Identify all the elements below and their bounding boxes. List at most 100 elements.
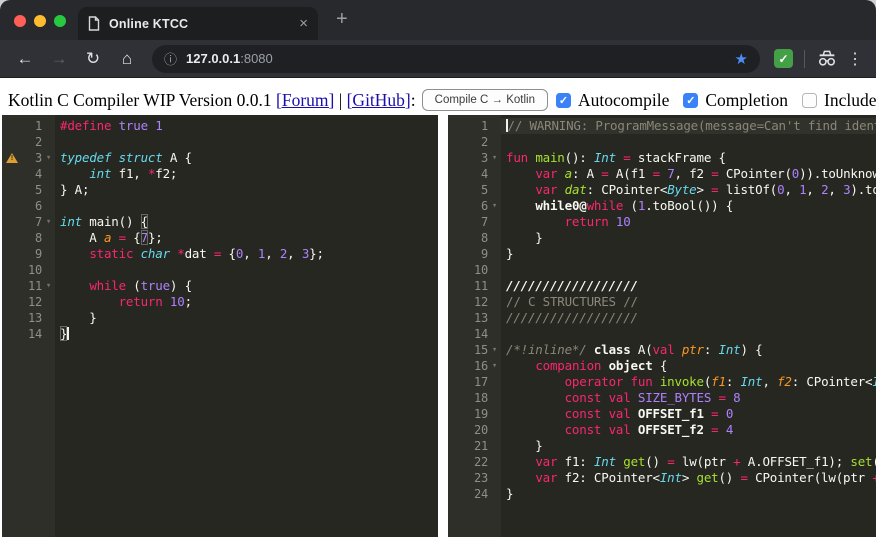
- menu-kebab-icon[interactable]: ⋮: [846, 49, 864, 69]
- warning-icon: !: [6, 153, 18, 164]
- tab-title: Online KTCC: [109, 17, 290, 31]
- code-line[interactable]: 2: [448, 134, 876, 150]
- traffic-light-zoom[interactable]: [54, 15, 66, 27]
- extension-icon[interactable]: ✓: [774, 49, 793, 68]
- code-line[interactable]: 21 }: [448, 438, 876, 454]
- forum-link[interactable]: [Forum]: [276, 90, 334, 111]
- code-line[interactable]: 7 return 10: [448, 214, 876, 230]
- checkbox-box-completion[interactable]: ✓: [683, 93, 698, 108]
- token: , f2: [675, 166, 712, 181]
- bookmark-star-icon[interactable]: ★: [735, 50, 748, 68]
- compile-button[interactable]: Compile C → Kotlin: [422, 89, 548, 111]
- token: main: [535, 150, 564, 165]
- code-line[interactable]: 14: [448, 326, 876, 342]
- code-line[interactable]: 14}: [2, 326, 438, 342]
- code-line[interactable]: 10: [2, 262, 438, 278]
- code-line[interactable]: 18 const val SIZE_BYTES = 8: [448, 390, 876, 406]
- kotlin-output-editor[interactable]: 1// WARNING: ProgramMessage(message=Can'…: [448, 115, 876, 537]
- code-text: [55, 134, 438, 150]
- token: };: [309, 246, 324, 261]
- code-line[interactable]: 13//////////////////: [448, 310, 876, 326]
- code-line[interactable]: 22 var f1: Int get() = lw(ptr + A.OFFSET…: [448, 454, 876, 470]
- token: while: [89, 278, 126, 293]
- gutter-cell: 4: [2, 166, 55, 182]
- code-text: static char *dat = {0, 1, 2, 3};: [55, 246, 438, 262]
- code-line[interactable]: 11▾ while (true) {: [2, 278, 438, 294]
- code-line[interactable]: 4 int f1, *f2;: [2, 166, 438, 182]
- code-line[interactable]: 4 var a: A = A(f1 = 7, f2 = CPointer(0))…: [448, 166, 876, 182]
- url-text[interactable]: 127.0.0.1:8080: [186, 51, 273, 66]
- code-line[interactable]: 13 }: [2, 310, 438, 326]
- code-line[interactable]: 12// C STRUCTURES //: [448, 294, 876, 310]
- code-line[interactable]: 9 static char *dat = {0, 1, 2, 3};: [2, 246, 438, 262]
- fold-icon[interactable]: ▾: [42, 150, 55, 166]
- fold-spacer: [488, 374, 501, 390]
- fold-icon[interactable]: ▾: [488, 342, 501, 358]
- code-line[interactable]: 5 var dat: CPointer<Byte> = listOf(0, 1,…: [448, 182, 876, 198]
- code-line[interactable]: 6▾ while0@while (1.toBool()) {: [448, 198, 876, 214]
- forward-button[interactable]: →: [46, 49, 72, 69]
- traffic-light-close[interactable]: [14, 15, 26, 27]
- code-line[interactable]: 10: [448, 262, 876, 278]
- token: =: [653, 166, 660, 181]
- code-line[interactable]: 1// WARNING: ProgramMessage(message=Can'…: [448, 118, 876, 134]
- code-line[interactable]: 1#define true 1: [2, 118, 438, 134]
- token: Int: [660, 470, 682, 485]
- editor-panes: 1#define true 12!3▾typedef struct A {4 i…: [0, 115, 876, 537]
- fold-icon[interactable]: ▾: [488, 358, 501, 374]
- incognito-icon[interactable]: [816, 50, 838, 67]
- code-line[interactable]: 12 return 10;: [2, 294, 438, 310]
- token: [601, 390, 608, 405]
- reload-button[interactable]: ↻: [80, 49, 106, 69]
- code-line[interactable]: 8 A a = {7};: [2, 230, 438, 246]
- checkbox-completion[interactable]: ✓Completion: [683, 90, 788, 111]
- code-line[interactable]: 8 }: [448, 230, 876, 246]
- token: >: [682, 470, 697, 485]
- site-info-icon[interactable]: ⓘ: [164, 49, 177, 68]
- code-line[interactable]: 23 var f2: CPointer<Int> get() = CPointe…: [448, 470, 876, 486]
- github-link[interactable]: [GitHub]: [347, 90, 411, 111]
- toolbar-divider: [804, 50, 805, 68]
- code-line[interactable]: 3▾fun main(): Int = stackFrame {: [448, 150, 876, 166]
- checkbox-include-runtime[interactable]: Include Runtime: [802, 90, 876, 111]
- url-bar[interactable]: ⓘ 127.0.0.1:8080 ★: [152, 45, 760, 73]
- token: [60, 166, 89, 181]
- token: OFFSET_f1: [638, 406, 704, 421]
- new-tab-button[interactable]: +: [336, 8, 348, 31]
- code-line[interactable]: 15▾/*!inline*/ class A(val ptr: Int) {: [448, 342, 876, 358]
- c-source-editor[interactable]: 1#define true 12!3▾typedef struct A {4 i…: [2, 115, 438, 537]
- checkbox-autocompile[interactable]: ✓Autocompile: [556, 90, 669, 111]
- code-line[interactable]: 17 operator fun invoke(f1: Int, f2: CPoi…: [448, 374, 876, 390]
- tab-close-icon[interactable]: ×: [299, 16, 308, 31]
- token: [60, 294, 119, 309]
- checkbox-box-autocompile[interactable]: ✓: [556, 93, 571, 108]
- token: const: [565, 390, 602, 405]
- fold-icon[interactable]: ▾: [488, 150, 501, 166]
- traffic-light-minimize[interactable]: [34, 15, 46, 27]
- code-line[interactable]: 6: [2, 198, 438, 214]
- fold-icon[interactable]: ▾: [42, 214, 55, 230]
- code-line[interactable]: !3▾typedef struct A {: [2, 150, 438, 166]
- token: object: [609, 358, 653, 373]
- code-line[interactable]: 7▾int main() {: [2, 214, 438, 230]
- code-line[interactable]: 5} A;: [2, 182, 438, 198]
- token: [631, 422, 638, 437]
- code-line[interactable]: 2: [2, 134, 438, 150]
- fold-icon[interactable]: ▾: [488, 198, 501, 214]
- fold-spacer: [488, 422, 501, 438]
- fold-icon[interactable]: ▾: [42, 278, 55, 294]
- back-button[interactable]: ←: [12, 49, 38, 69]
- code-line[interactable]: 24}: [448, 486, 876, 502]
- home-button[interactable]: ⌂: [114, 49, 140, 69]
- gutter-cell: 19: [448, 406, 501, 422]
- code-line[interactable]: 16▾ companion object {: [448, 358, 876, 374]
- checkbox-box-include-runtime[interactable]: [802, 93, 817, 108]
- line-number: 7: [448, 214, 488, 230]
- code-line[interactable]: 9}: [448, 246, 876, 262]
- code-line[interactable]: 11//////////////////: [448, 278, 876, 294]
- code-line[interactable]: 19 const val OFFSET_f1 = 0: [448, 406, 876, 422]
- gutter-cell: 2: [2, 134, 55, 150]
- code-text: } A;: [55, 182, 438, 198]
- code-line[interactable]: 20 const val OFFSET_f2 = 4: [448, 422, 876, 438]
- browser-tab[interactable]: Online KTCC ×: [78, 7, 318, 40]
